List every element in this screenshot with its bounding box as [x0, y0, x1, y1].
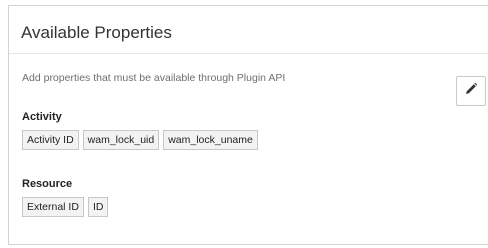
edit-button[interactable] — [456, 76, 486, 106]
group-label-activity: Activity — [22, 111, 62, 123]
panel-description: Add properties that must be available th… — [22, 72, 286, 84]
group-label-resource: Resource — [22, 178, 73, 190]
property-chip: wam_lock_uid — [82, 130, 160, 150]
property-chip: External ID — [22, 197, 84, 217]
pencil-icon — [464, 82, 478, 101]
resource-chip-list: External ID ID — [22, 197, 109, 217]
panel-title: Available Properties — [21, 23, 172, 42]
activity-chip-list: Activity ID wam_lock_uid wam_lock_uname — [22, 130, 258, 150]
available-properties-panel: Available Properties Add properties that… — [8, 5, 488, 245]
property-chip: ID — [87, 197, 109, 217]
property-chip: wam_lock_uname — [163, 130, 258, 150]
panel-header: Available Properties — [9, 6, 488, 54]
property-chip: Activity ID — [22, 130, 79, 150]
